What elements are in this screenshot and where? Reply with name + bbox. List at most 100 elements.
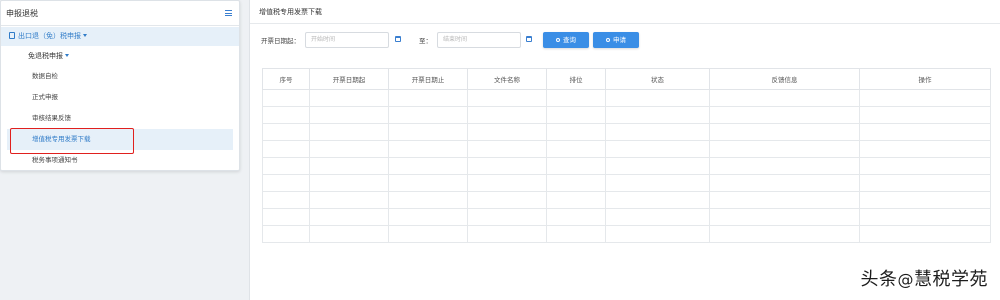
table-cell — [709, 208, 860, 226]
table-row — [262, 208, 991, 226]
page-title: 增值税专用发票下载 — [250, 0, 1000, 24]
table-cell — [388, 140, 468, 158]
query-button-label: 查询 — [563, 36, 576, 44]
hamburger-menu-icon[interactable] — [225, 10, 232, 16]
table-cell — [467, 191, 547, 209]
table-cell — [262, 106, 310, 124]
table-cell — [709, 157, 860, 175]
table-cell — [709, 140, 860, 158]
table-cell — [262, 140, 310, 158]
table-cell — [309, 191, 389, 209]
table-cell — [546, 140, 606, 158]
table-cell — [467, 174, 547, 192]
table-cell — [388, 106, 468, 124]
document-icon — [9, 32, 15, 39]
table-body — [262, 89, 991, 243]
table-cell — [546, 89, 606, 107]
sidebar-subgroup-label: 免退税申报 — [28, 52, 63, 60]
table-cell — [262, 208, 310, 226]
table-cell — [262, 225, 310, 243]
chevron-down-icon — [83, 34, 87, 37]
table-row — [262, 140, 991, 158]
table-cell — [546, 208, 606, 226]
table-cell — [546, 225, 606, 243]
watermark-at: @ — [897, 270, 914, 289]
table-cell — [546, 174, 606, 192]
table-cell — [709, 123, 860, 141]
table-cell — [388, 191, 468, 209]
table-cell — [605, 208, 710, 226]
column-header-actions: 操作 — [859, 68, 991, 90]
column-header-status: 状态 — [605, 68, 710, 90]
filter-bar: 开票日期起： 开始时间 至： 结束时间 查询 申请 — [250, 32, 1000, 48]
column-header-file-name: 文件名称 — [467, 68, 547, 90]
column-header-start-date: 开票日期起 — [309, 68, 389, 90]
table-cell — [309, 157, 389, 175]
table-cell — [467, 140, 547, 158]
sidebar-item-label: 税务事项通知书 — [32, 156, 78, 164]
highlight-annotation-box — [10, 128, 134, 154]
table-cell — [467, 89, 547, 107]
table-cell — [388, 174, 468, 192]
table-cell — [388, 123, 468, 141]
table-cell — [859, 174, 991, 192]
apply-button[interactable]: 申请 — [593, 32, 639, 48]
table-cell — [467, 208, 547, 226]
start-date-label: 开票日期起： — [261, 37, 300, 45]
main-panel: 增值税专用发票下载 开票日期起： 开始时间 至： 结束时间 查询 申请 序号 开… — [249, 0, 1000, 300]
watermark-name: 慧税学苑 — [914, 269, 988, 290]
table-cell — [859, 191, 991, 209]
table-row — [262, 225, 991, 243]
sidebar-item-formal-declaration[interactable]: 正式申报 — [1, 87, 239, 108]
watermark: 头条@慧税学苑 — [861, 265, 989, 291]
table-cell — [388, 157, 468, 175]
table-cell — [605, 106, 710, 124]
table-cell — [709, 191, 860, 209]
calendar-icon[interactable] — [526, 36, 532, 42]
sidebar-header: 申报退税 — [1, 1, 239, 26]
table-cell — [388, 225, 468, 243]
table-cell — [605, 157, 710, 175]
calendar-icon[interactable] — [395, 36, 401, 42]
table-cell — [859, 106, 991, 124]
table-header-row: 序号 开票日期起 开票日期止 文件名称 排位 状态 反馈信息 操作 — [262, 68, 991, 90]
table-cell — [605, 123, 710, 141]
sidebar-item-label: 数据自检 — [32, 72, 58, 80]
invoice-table: 序号 开票日期起 开票日期止 文件名称 排位 状态 反馈信息 操作 — [262, 68, 991, 243]
sidebar-item-review-feedback[interactable]: 审核结果反馈 — [1, 108, 239, 129]
table-row — [262, 191, 991, 209]
table-cell — [262, 123, 310, 141]
table-cell — [859, 89, 991, 107]
sidebar: 申报退税 出口退（免）税申报 免退税申报 数据自检 正式申报 审核结果反馈 增值… — [0, 0, 240, 171]
table-cell — [262, 174, 310, 192]
start-date-input[interactable]: 开始时间 — [305, 32, 389, 48]
table-row — [262, 123, 991, 141]
column-header-feedback: 反馈信息 — [709, 68, 860, 90]
query-button[interactable]: 查询 — [543, 32, 589, 48]
table-cell — [605, 191, 710, 209]
sidebar-group-export-tax[interactable]: 出口退（免）税申报 — [1, 27, 239, 46]
table-cell — [309, 208, 389, 226]
table-cell — [709, 225, 860, 243]
table-cell — [309, 174, 389, 192]
table-cell — [309, 106, 389, 124]
table-cell — [467, 157, 547, 175]
end-date-input[interactable]: 结束时间 — [437, 32, 521, 48]
table-cell — [605, 174, 710, 192]
table-cell — [709, 174, 860, 192]
chevron-down-icon — [65, 54, 69, 57]
table-cell — [859, 225, 991, 243]
table-cell — [388, 208, 468, 226]
sidebar-item-data-self-check[interactable]: 数据自检 — [1, 66, 239, 87]
table-cell — [467, 123, 547, 141]
table-cell — [709, 89, 860, 107]
sidebar-item-label: 正式申报 — [32, 93, 58, 101]
table-cell — [605, 225, 710, 243]
table-cell — [859, 208, 991, 226]
table-cell — [859, 157, 991, 175]
search-icon — [556, 38, 560, 42]
watermark-prefix: 头条 — [860, 269, 898, 290]
sidebar-subgroup-exempt-refund[interactable]: 免退税申报 — [1, 46, 239, 66]
table-row — [262, 106, 991, 124]
table-cell — [467, 106, 547, 124]
